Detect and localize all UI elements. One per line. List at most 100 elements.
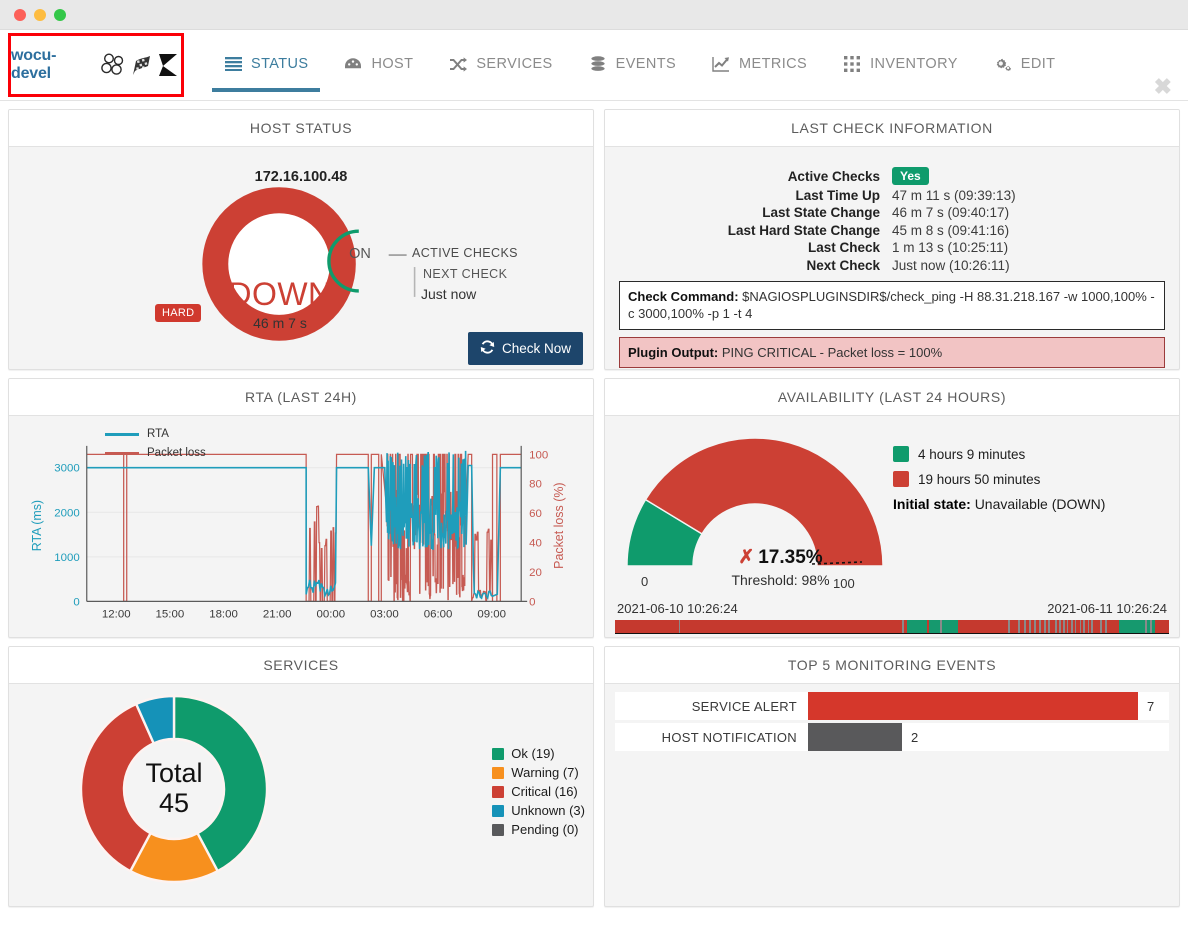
- tab-inventory-label: INVENTORY: [870, 56, 958, 72]
- close-icon[interactable]: ✖: [1154, 76, 1172, 98]
- host-state-type-badge: HARD: [155, 304, 202, 322]
- k-logo-icon: [157, 52, 181, 78]
- gauge-min-label: 0: [641, 574, 649, 589]
- legend-label: Unknown (3): [511, 803, 585, 818]
- legend-swatch: [893, 446, 909, 462]
- svg-text:03:00: 03:00: [370, 608, 399, 620]
- grid-icon: [843, 55, 861, 73]
- row-value: Just now (10:26:11): [892, 257, 1010, 273]
- gears-icon: [994, 55, 1012, 73]
- timeline-segment: [1092, 620, 1101, 633]
- active-checks-toggle[interactable]: ON: [331, 246, 389, 262]
- row-value: 46 m 7 s (09:40:17): [892, 205, 1010, 220]
- last-check-panel: LAST CHECK INFORMATION Active Checks Yes…: [604, 109, 1180, 370]
- nav-tab-list: STATUS HOST SERVICES EVENTS METRICS INVE…: [184, 30, 1188, 100]
- availability-date-start: 2021-06-10 10:26:24: [617, 601, 738, 616]
- timeline-segment: [1118, 620, 1146, 633]
- window-maximize-button[interactable]: [54, 8, 66, 21]
- timeline-segment: [1155, 620, 1170, 633]
- tab-metrics[interactable]: METRICS: [694, 36, 825, 92]
- tab-metrics-label: METRICS: [739, 56, 808, 72]
- availability-percent: ✗ 17.35%: [693, 546, 868, 569]
- tab-status-label: STATUS: [251, 56, 309, 72]
- timeline-segment: [1106, 620, 1119, 633]
- svg-text:40: 40: [529, 538, 542, 550]
- next-check-label: NEXT CHECK: [423, 267, 508, 281]
- line-chart-icon: [712, 55, 730, 73]
- last-check-row: Last State Change 46 m 7 s (09:40:17): [615, 205, 1169, 220]
- svg-text:60: 60: [529, 508, 542, 520]
- row-value: 47 m 11 s (09:39:13): [892, 187, 1016, 203]
- row-key: Last State Change: [762, 205, 880, 220]
- window-titlebar: [0, 0, 1188, 30]
- legend-item-ok: Ok (19): [492, 746, 585, 761]
- brand-logo-box[interactable]: wocu-devel: [8, 33, 184, 97]
- check-command-label: Check Command:: [628, 288, 739, 304]
- row-value: 1 m 13 s (10:25:11): [892, 240, 1009, 255]
- events-panel: TOP 5 MONITORING EVENTS SERVICE ALERT 7 …: [604, 646, 1180, 907]
- svg-text:Packet loss (%): Packet loss (%): [552, 482, 566, 568]
- tab-services-label: SERVICES: [476, 56, 553, 72]
- host-ip-address: 172.16.100.48: [254, 169, 348, 185]
- event-bar-track: 2: [808, 723, 1169, 751]
- last-check-rows: Active Checks Yes Last Time Up 47 m 11 s…: [615, 167, 1169, 273]
- legend-item-pending: Pending (0): [492, 822, 585, 837]
- legend-label: 19 hours 50 minutes: [918, 471, 1041, 487]
- rta-chart-panel: RTA (LAST 24H) RTA Packet loss 0 1000 2000…: [8, 378, 594, 638]
- tab-host[interactable]: HOST: [326, 36, 431, 92]
- services-body: Total 45 Ok (19) Warning (7) Critical (1…: [9, 684, 593, 906]
- row-key: Last Hard State Change: [727, 222, 880, 238]
- active-tab-underline: [212, 88, 321, 92]
- timeline-segment: [1009, 620, 1018, 633]
- last-check-row: Last Hard State Change 45 m 8 s (09:41:1…: [615, 223, 1169, 238]
- svg-text:00:00: 00:00: [316, 608, 345, 620]
- tab-services[interactable]: SERVICES: [431, 36, 570, 92]
- tab-inventory[interactable]: INVENTORY: [825, 36, 976, 92]
- events-title: TOP 5 MONITORING EVENTS: [605, 647, 1179, 684]
- legend-label: Critical (16): [511, 784, 578, 799]
- legend-swatch: [492, 804, 505, 817]
- refresh-icon: [480, 340, 495, 357]
- svg-text:3000: 3000: [54, 463, 79, 475]
- legend-item-packet-loss: Packet loss: [105, 447, 206, 459]
- tab-events-label: EVENTS: [615, 56, 677, 72]
- event-row-service-alert[interactable]: SERVICE ALERT 7: [615, 692, 1169, 720]
- event-row-host-notification[interactable]: HOST NOTIFICATION 2: [615, 723, 1169, 751]
- check-command-box: Check Command: $NAGIOSPLUGINSDIR$/check_…: [619, 280, 1165, 330]
- event-label: HOST NOTIFICATION: [661, 729, 797, 745]
- legend-swatch: [893, 471, 909, 487]
- gauge-icon: [344, 55, 362, 73]
- initial-state-label: Initial state:: [893, 496, 971, 512]
- plugin-output-value: PING CRITICAL - Packet loss = 100%: [721, 344, 943, 360]
- dashboard-grid: HOST STATUS 172.16.100.48 HARD DOWN 46 m…: [0, 101, 1188, 915]
- availability-body: ✗ 17.35% Threshold: 98% 0 100 4 hours 9 m…: [605, 416, 1179, 637]
- flag-icon: [131, 53, 153, 77]
- last-check-row: Last Check 1 m 13 s (10:25:11): [615, 240, 1169, 255]
- event-count: 2: [911, 729, 919, 745]
- legend-item-critical: Critical (16): [492, 784, 585, 799]
- tab-status[interactable]: STATUS: [206, 36, 326, 92]
- event-bar-track: 7: [808, 692, 1169, 720]
- legend-label: Pending (0): [511, 822, 579, 837]
- window-minimize-button[interactable]: [34, 8, 46, 21]
- last-check-row: Last Time Up 47 m 11 s (09:39:13): [615, 188, 1169, 203]
- svg-text:0: 0: [529, 596, 535, 608]
- cross-icon: ✗: [738, 547, 755, 568]
- services-title: SERVICES: [9, 647, 593, 684]
- initial-state-value: Unavailable (DOWN): [974, 496, 1106, 512]
- active-checks-label: ACTIVE CHECKS: [412, 246, 518, 260]
- legend-label: Ok (19): [511, 746, 555, 761]
- tab-edit-label: EDIT: [1020, 56, 1056, 72]
- services-legend: Ok (19) Warning (7) Critical (16) Unknow…: [492, 746, 585, 841]
- event-label: SERVICE ALERT: [691, 698, 797, 714]
- check-now-button[interactable]: Check Now: [467, 332, 583, 365]
- svg-text:18:00: 18:00: [209, 608, 238, 620]
- tab-events[interactable]: EVENTS: [571, 36, 694, 92]
- timeline-segment: [680, 620, 903, 633]
- tab-edit[interactable]: EDIT: [976, 36, 1074, 92]
- window-close-button[interactable]: [14, 8, 26, 21]
- app-window: wocu-devel STATUS HOST SERVICES EVENTS M…: [0, 0, 1188, 952]
- timeline-segment: [928, 620, 940, 633]
- rta-chart-legend: RTA Packet loss: [105, 428, 206, 466]
- svg-text:12:00: 12:00: [102, 608, 131, 620]
